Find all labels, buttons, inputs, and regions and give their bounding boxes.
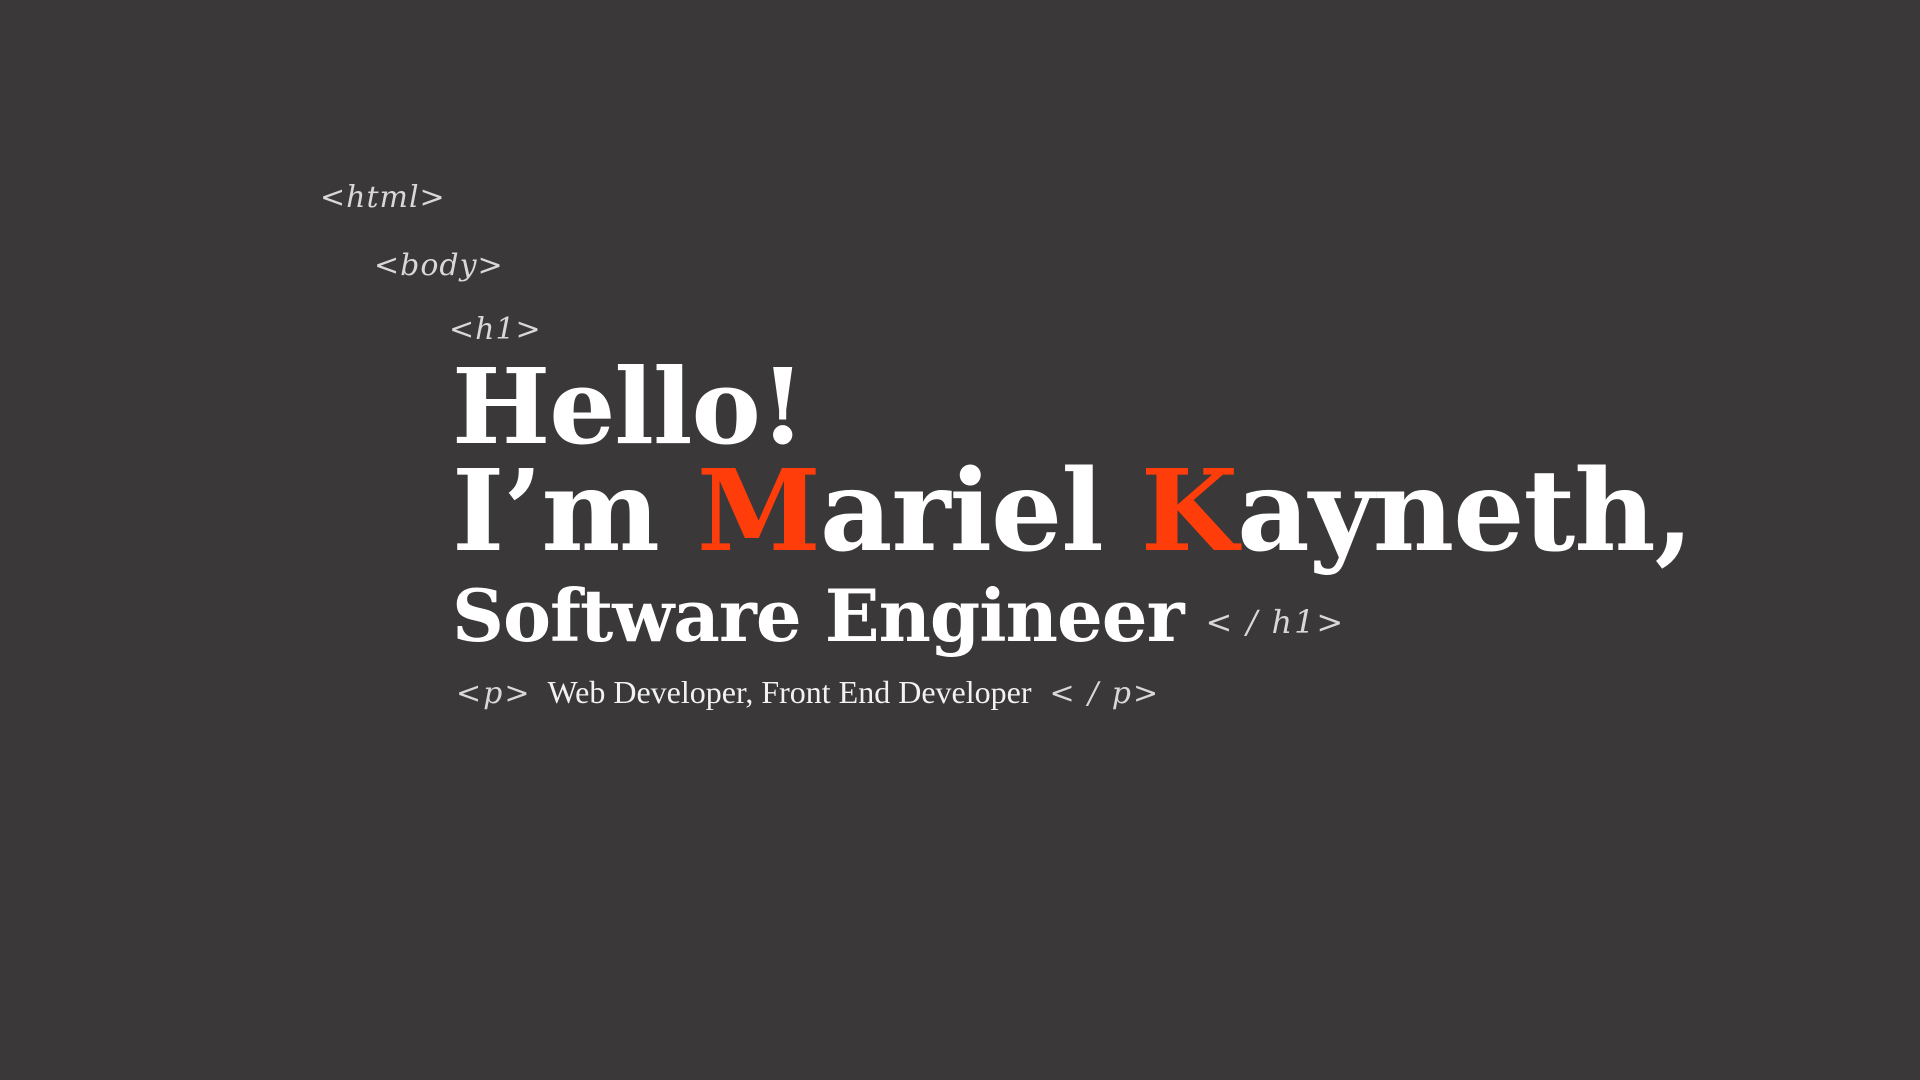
- name-prefix: I’m: [452, 446, 697, 577]
- h1-open-tag: <h1>: [449, 312, 542, 347]
- hero-page: <html> <body> <h1> Hello! I’m Mariel Kay…: [0, 0, 1920, 1080]
- h1-close-tag: < / h1>: [1205, 603, 1346, 641]
- p-close-tag: < / p>: [1049, 676, 1161, 711]
- subtitle-text: Web Developer, Front End Developer: [547, 674, 1032, 710]
- subtitle-paragraph: <p> Web Developer, Front End Developer <…: [456, 674, 1160, 711]
- html-open-tag: <html>: [320, 180, 446, 215]
- body-open-tag: <body>: [374, 248, 504, 283]
- first-name-initial: M: [696, 446, 821, 577]
- last-name-initial: K: [1140, 446, 1238, 577]
- role-text: Software Engineer: [452, 573, 1185, 658]
- role-heading: Software Engineer < / h1>: [452, 576, 1345, 670]
- last-name-rest: ayneth,: [1237, 446, 1693, 577]
- p-open-tag: <p>: [456, 676, 532, 711]
- name-heading: I’m Mariel Kayneth,: [452, 452, 1694, 572]
- first-name-rest: ariel: [819, 446, 1141, 577]
